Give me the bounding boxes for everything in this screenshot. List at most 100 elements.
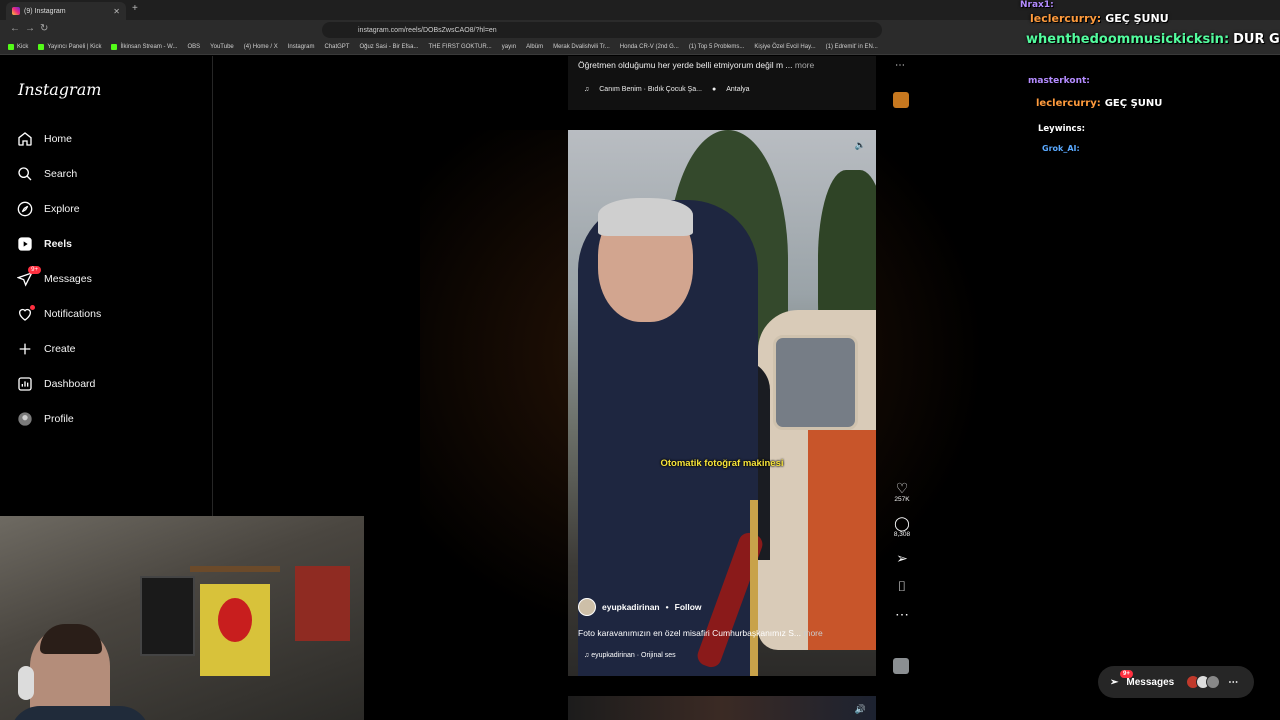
new-tab-icon[interactable]: +: [132, 3, 138, 14]
more-link[interactable]: more: [795, 60, 814, 70]
reload-icon[interactable]: ↻: [40, 23, 48, 34]
author-avatar[interactable]: [578, 598, 596, 616]
url-text: instagram.com/reels/DOBsZwsCAO8/?hl=en: [358, 26, 497, 34]
forward-icon[interactable]: →: [25, 23, 35, 34]
messenger-icon: 9+: [16, 266, 41, 288]
like-count: 257K: [894, 496, 910, 503]
reel-video[interactable]: 🔊 Otomatik fotoğraf makinesi eyupkadirin…: [568, 130, 876, 676]
instagram-logo[interactable]: Instagram: [18, 80, 101, 99]
chat-message: Nrax1:: [1020, 0, 1054, 10]
sidebar-item-label: Dashboard: [44, 378, 96, 390]
chat-message: masterkont:: [1028, 76, 1090, 86]
video-caravan-window: [773, 335, 858, 430]
more-link[interactable]: more: [803, 628, 822, 638]
bookmark-item[interactable]: Kişiye Özel Evcil Hay...: [754, 44, 815, 50]
headphone-icon: [18, 666, 34, 700]
share-button[interactable]: ➢: [896, 550, 908, 566]
save-button[interactable]: ⌷: [898, 578, 906, 594]
bookmark-item[interactable]: Instagram: [288, 44, 315, 50]
chat-message: whenthedoommusickicksin:DUR GEÇME: [1026, 32, 1280, 47]
bookmark-item[interactable]: Yayıncı Paneli | Kick: [38, 44, 101, 50]
sidebar-item-label: Search: [44, 168, 78, 180]
author-username[interactable]: eyupkadirinan: [602, 602, 660, 612]
music-note-icon: ♫: [584, 86, 590, 93]
bookmark-item[interactable]: Honda CR-V (2nd G...: [620, 44, 679, 50]
reel-audio[interactable]: ♫ eyupkadirinan · Orijinal ses: [584, 652, 676, 659]
sidebar-item-label: Notifications: [44, 308, 102, 320]
share-icon: ➢: [896, 550, 908, 566]
webcam-poster-red: [295, 566, 350, 641]
video-subtitle: Otomatik fotoğraf makinesi: [660, 458, 784, 469]
url-input[interactable]: instagram.com/reels/DOBsZwsCAO8/?hl=en: [322, 22, 882, 38]
bookmark-item[interactable]: THE FIRST GOKTUR...: [429, 44, 492, 50]
bookmark-item[interactable]: Merak Dvalishvili Tr...: [553, 44, 610, 50]
previous-reel-caption: Öğretmen olduğumu her yerde belli etmiyo…: [578, 60, 815, 70]
location-pin-icon: ●: [711, 86, 717, 93]
browser-tab[interactable]: (9) Instagram ✕: [6, 2, 126, 20]
reels-icon: [16, 235, 34, 253]
sidebar-item-messages[interactable]: 9+ Messages: [16, 266, 92, 288]
heart-icon: [16, 305, 35, 323]
audio-thumbnail[interactable]: [893, 658, 909, 674]
bookmark-item[interactable]: ChatGPT: [324, 44, 349, 50]
bookmark-item[interactable]: (1) Edremit' in EN...: [826, 44, 878, 50]
bookmark-item[interactable]: OBS: [188, 44, 201, 50]
close-tab-icon[interactable]: ✕: [113, 7, 120, 16]
like-button[interactable]: ♡ 257K: [894, 480, 909, 503]
sidebar-item-notifications[interactable]: Notifications: [16, 305, 101, 323]
bookmark-item[interactable]: İlkinsan Stream - W...: [111, 44, 178, 50]
messages-label: Messages: [1126, 676, 1175, 688]
bookmark-item[interactable]: Oğuz Sasi - Bir Efsa...: [359, 44, 418, 50]
messenger-icon: ➢: [1110, 676, 1119, 688]
audio-thumbnail[interactable]: [893, 92, 909, 108]
back-icon[interactable]: ←: [10, 23, 20, 34]
messages-pill-button[interactable]: ➢ 9+ Messages ⋯: [1098, 666, 1254, 698]
follow-button[interactable]: Follow: [675, 602, 702, 612]
plus-icon: [16, 340, 34, 358]
more-options-icon[interactable]: ⋯: [895, 60, 905, 71]
chat-message: Grok_AI:: [1042, 144, 1080, 153]
audio-label: eyupkadirinan · Orijinal ses: [591, 652, 676, 659]
sidebar-item-dashboard[interactable]: Dashboard: [16, 375, 95, 393]
video-stanchion: [750, 500, 758, 676]
comment-icon: ◯: [894, 515, 910, 531]
bookmark-item[interactable]: (1) Top 5 Problems...: [689, 44, 745, 50]
sidebar-item-home[interactable]: Home: [16, 130, 72, 148]
sidebar-item-reels[interactable]: Reels: [16, 235, 72, 253]
avatar-icon: [16, 410, 34, 428]
chat-message: leclercurry: GEÇ ŞUNU: [1036, 98, 1163, 109]
sidebar-item-profile[interactable]: Profile: [16, 410, 74, 428]
speaker-icon[interactable]: 🔊: [855, 140, 866, 151]
sidebar-item-search[interactable]: Search: [16, 165, 77, 183]
bookmark-item[interactable]: (4) Home / X: [244, 44, 278, 50]
previous-reel-card[interactable]: Öğretmen olduğumu her yerde belli etmiyo…: [568, 56, 876, 110]
video-person-hair: [598, 198, 693, 236]
sidebar-item-create[interactable]: Create: [16, 340, 76, 358]
bookmark-item[interactable]: Albüm: [526, 44, 543, 50]
message-avatars: [1186, 675, 1221, 689]
chat-message: leclercurry: GEÇ ŞUNU: [1030, 12, 1169, 25]
audio-label: Canım Benim · Bıdık Çocuk Şa...: [599, 86, 702, 93]
bookmark-item[interactable]: Kick: [8, 44, 28, 50]
streamer-hair: [40, 624, 102, 654]
bookmark-item[interactable]: YouTube: [210, 44, 234, 50]
bookmark-item[interactable]: yayın: [502, 44, 516, 50]
speaker-icon[interactable]: 🔊: [855, 704, 866, 715]
chat-message: Leywincs:: [1038, 124, 1086, 134]
next-reel-card[interactable]: 🔊: [568, 696, 876, 720]
reel-actions: ♡ 257K ◯ 8,308 ➢ ⌷ ⋯: [886, 480, 918, 634]
instagram-favicon-icon: [12, 7, 20, 15]
separator-dot: •: [665, 602, 669, 612]
sidebar-item-explore[interactable]: Explore: [16, 200, 80, 218]
heart-icon: ♡: [895, 480, 909, 496]
reel-more-button[interactable]: ⋯: [895, 606, 909, 622]
avatar: [1206, 675, 1221, 689]
spiderman-mask: [218, 598, 252, 642]
stream-chat-overlay: Nrax1: leclercurry: GEÇ ŞUNU whenthedoomm…: [1000, 0, 1280, 170]
webcam-poster: [140, 576, 195, 656]
comment-button[interactable]: ◯ 8,308: [894, 515, 910, 538]
comment-count: 8,308: [893, 531, 911, 538]
search-icon: [16, 165, 34, 183]
sidebar-item-label: Create: [44, 343, 76, 355]
previous-reel-audio[interactable]: ♫ Canım Benim · Bıdık Çocuk Şa... ● Anta…: [584, 86, 750, 93]
